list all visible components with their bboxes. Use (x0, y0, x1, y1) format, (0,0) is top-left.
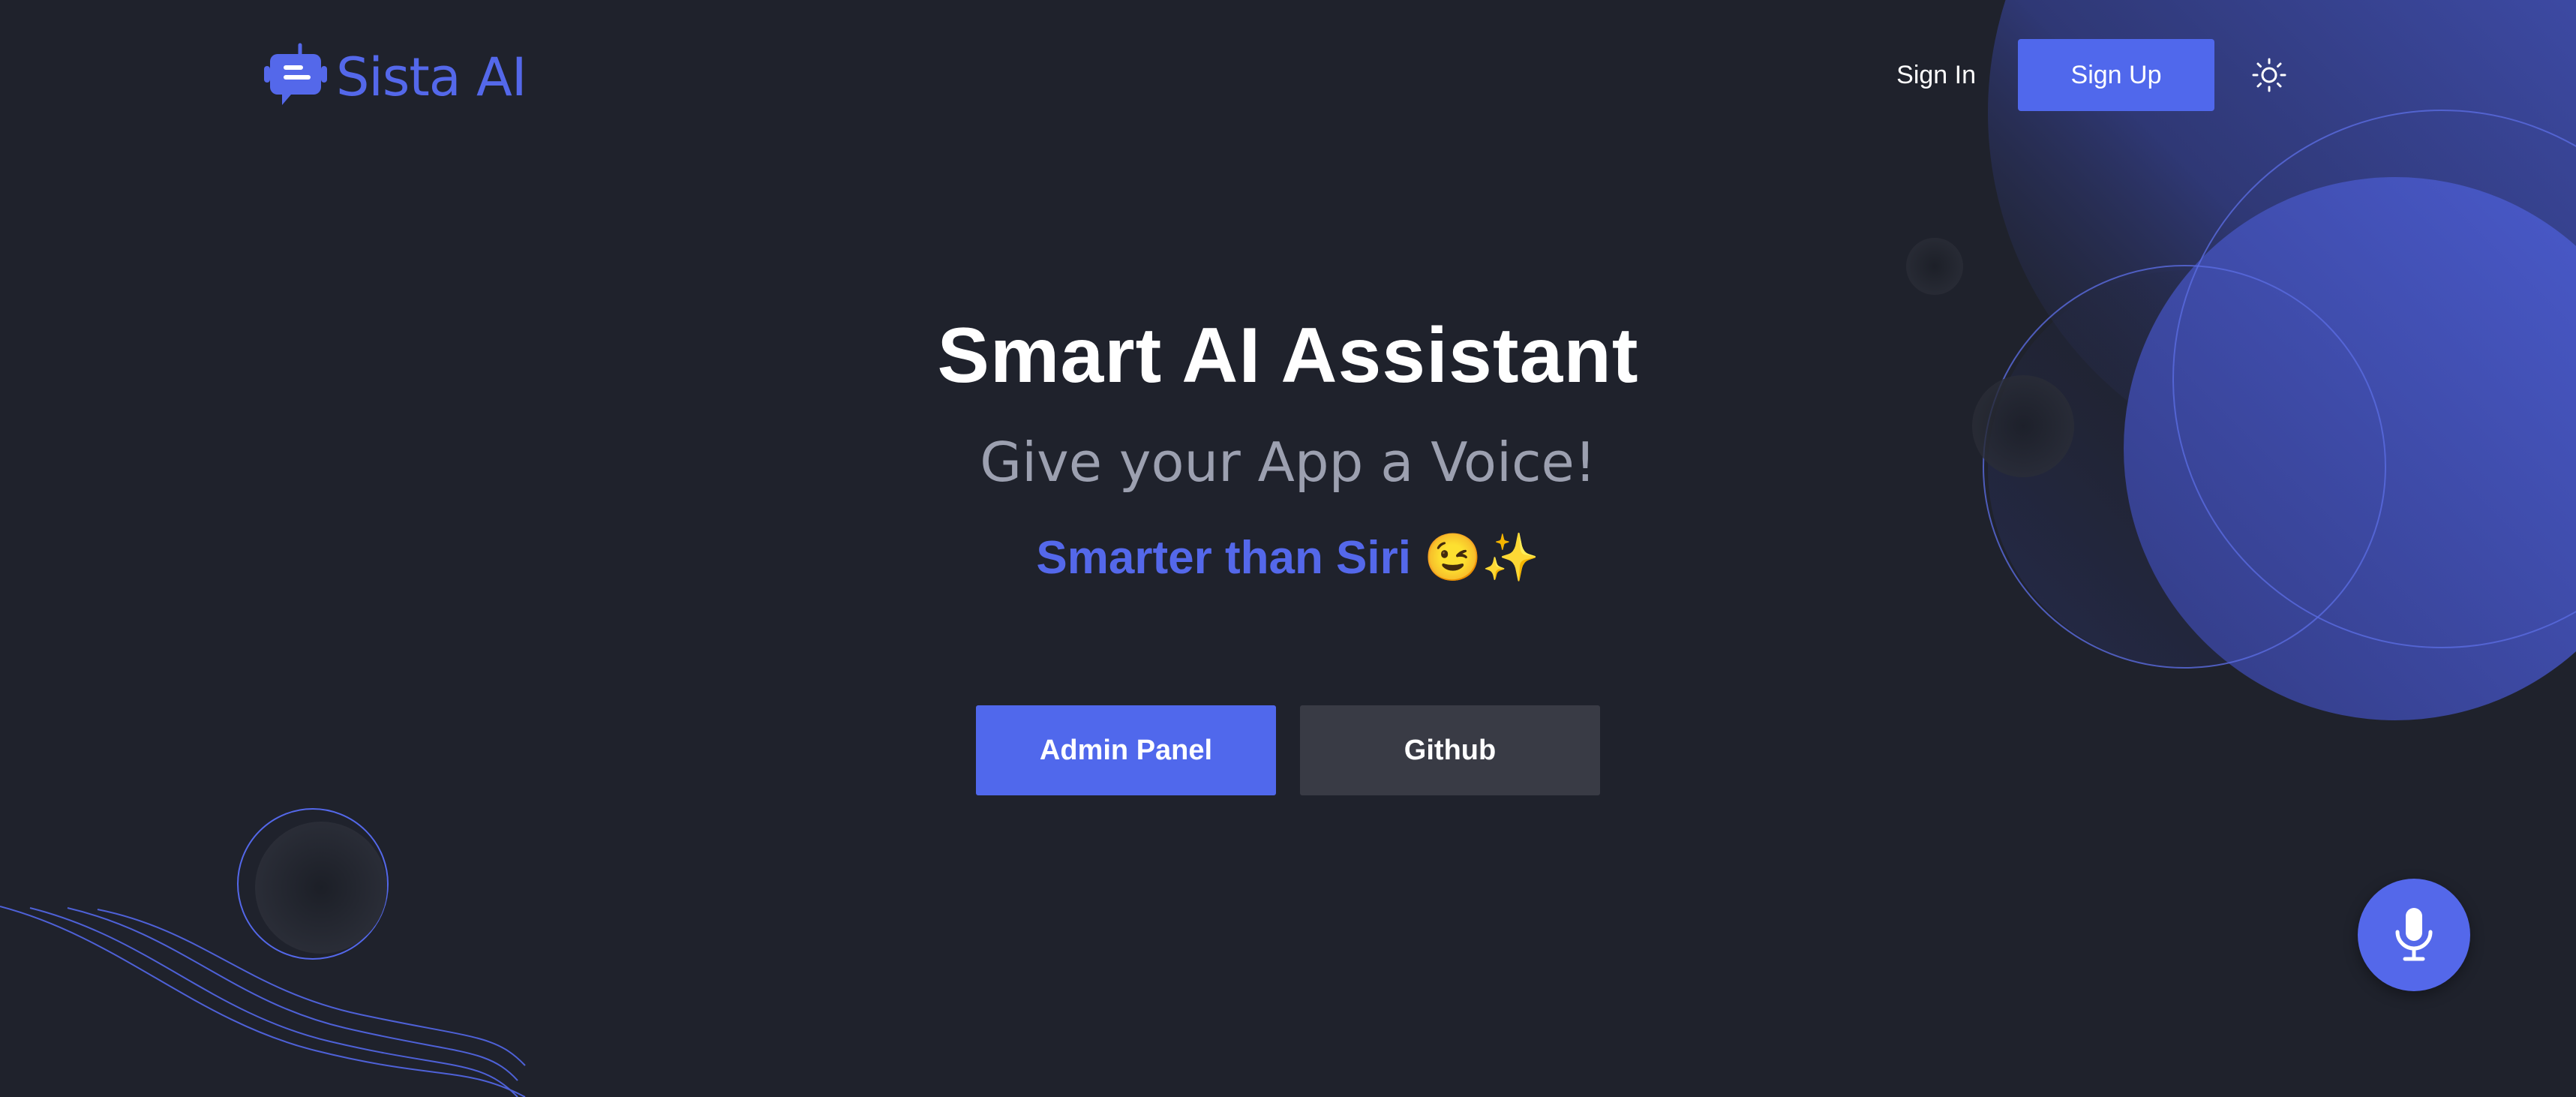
chat-robot-icon (264, 43, 327, 105)
landing-page: Sista AI Sign In Sign Up Smart AI Assist… (0, 0, 2576, 1097)
hero-title: Smart AI Assistant (937, 312, 1639, 399)
wink-sparkles-emoji: 😉✨ (1424, 532, 1540, 584)
github-button[interactable]: Github (1300, 705, 1600, 795)
decor-bubble-left-ring (237, 808, 389, 960)
sun-icon (2252, 58, 2286, 92)
brand-logo[interactable]: Sista AI (261, 42, 527, 113)
decor-bubble-left (255, 822, 387, 954)
theme-toggle-button[interactable] (2249, 55, 2289, 95)
site-header: Sista AI Sign In Sign Up (0, 0, 2576, 150)
decor-bubble-small (1906, 238, 1963, 295)
hero-tagline-text: Smarter than Siri (1036, 532, 1411, 584)
voice-assistant-button[interactable] (2358, 879, 2470, 991)
microphone-icon (2395, 908, 2433, 961)
brand-name: Sista AI (336, 47, 527, 108)
decor-waves (0, 906, 526, 1097)
hero-subtitle: Give your App a Voice! (980, 431, 1596, 494)
sign-in-link[interactable]: Sign In (1896, 61, 1976, 90)
top-nav: Sign In Sign Up (1896, 39, 2289, 111)
hero-tagline: Smarter than Siri 😉✨ (0, 527, 2576, 590)
hero-section: Smart AI Assistant Give your App a Voice… (0, 300, 2576, 590)
admin-panel-button[interactable]: Admin Panel (976, 705, 1276, 795)
sign-up-button[interactable]: Sign Up (2018, 39, 2214, 111)
cta-group: Admin Panel Github (0, 705, 2576, 795)
